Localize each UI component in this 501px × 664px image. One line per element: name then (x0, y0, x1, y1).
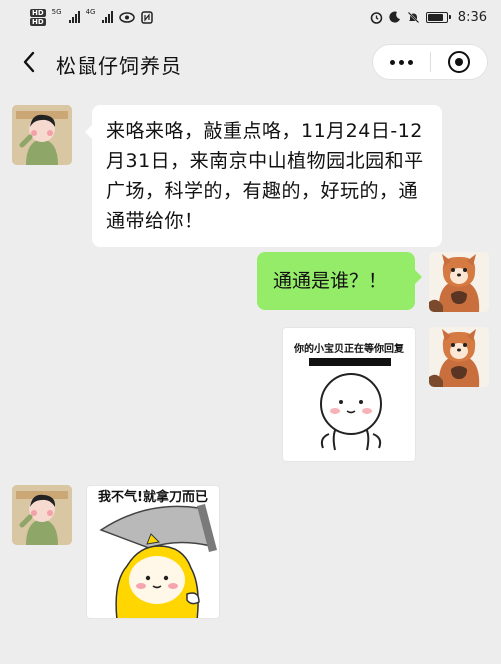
eye-icon (119, 11, 136, 23)
hd-indicators: HD HD (30, 8, 46, 26)
avatar-other-image (12, 485, 72, 545)
chat-title: 松鼠仔饲养员 (56, 54, 182, 78)
status-time: 8:36 (457, 9, 487, 25)
network-label-2: 4G (85, 7, 96, 16)
squirrel-avatar-image (429, 252, 489, 312)
squirrel-avatar-image (429, 327, 489, 387)
battery-icon (425, 11, 451, 23)
avatar-self[interactable] (429, 327, 489, 387)
more-dots-icon (389, 59, 413, 65)
moon-icon (389, 11, 400, 23)
mini-program-capsule (372, 44, 488, 80)
signal-icon-2 (102, 11, 114, 23)
sticker-knife[interactable]: 我不气!就拿刀而已 (86, 485, 220, 619)
close-button[interactable] (431, 45, 488, 79)
target-icon (447, 51, 470, 73)
signal-icon (68, 11, 80, 23)
status-right: 8:36 (370, 10, 487, 25)
yellow-raincoat-knife-sticker-image (99, 504, 217, 618)
network-label-1: 5G (51, 7, 62, 16)
avatar-self[interactable] (429, 252, 489, 312)
alarm-icon (370, 11, 383, 24)
hd-badge-2: HD (30, 17, 46, 26)
nav-bar: 松鼠仔饲养员 (0, 34, 501, 90)
avatar-other[interactable] (12, 105, 72, 165)
message-bubble-text-mine[interactable]: 通通是谁？！ (257, 252, 422, 310)
avatar-other-image (12, 105, 72, 165)
mute-icon (407, 11, 420, 23)
status-left: HD HD 5G 4G (30, 7, 154, 26)
back-button[interactable] (18, 48, 40, 76)
message-bubble-text[interactable]: 来咯来咯，敲重点咯，11月24日-12月31日，来南京中山植物园北园和平广场，科… (85, 105, 442, 247)
chevron-left-icon (23, 51, 35, 73)
more-button[interactable] (373, 45, 430, 79)
waiting-person-sticker-image (309, 358, 391, 451)
status-bar: HD HD 5G 4G 8:36 (0, 0, 501, 34)
sticker-waiting[interactable]: 你的小宝贝正在等你回复 (282, 327, 416, 462)
hd-badge-1: HD (30, 8, 46, 17)
nfc-icon (141, 10, 154, 24)
avatar-other[interactable] (12, 485, 72, 545)
